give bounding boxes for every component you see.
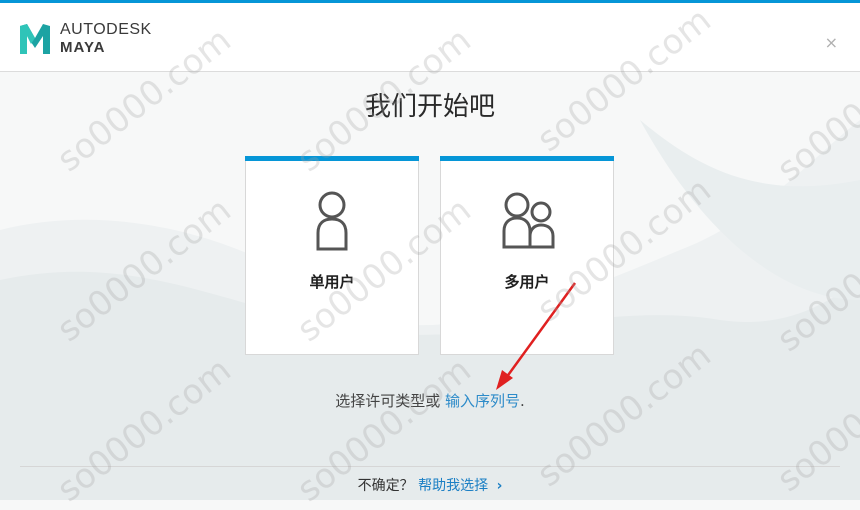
footer: 不确定？ 帮助我选择 › [0,475,860,495]
footer-divider [20,466,840,467]
help-me-choose-link[interactable]: 帮助我选择 [418,478,488,494]
chevron-right-icon[interactable]: › [497,478,503,494]
help-question: 不确定？ [357,478,414,494]
